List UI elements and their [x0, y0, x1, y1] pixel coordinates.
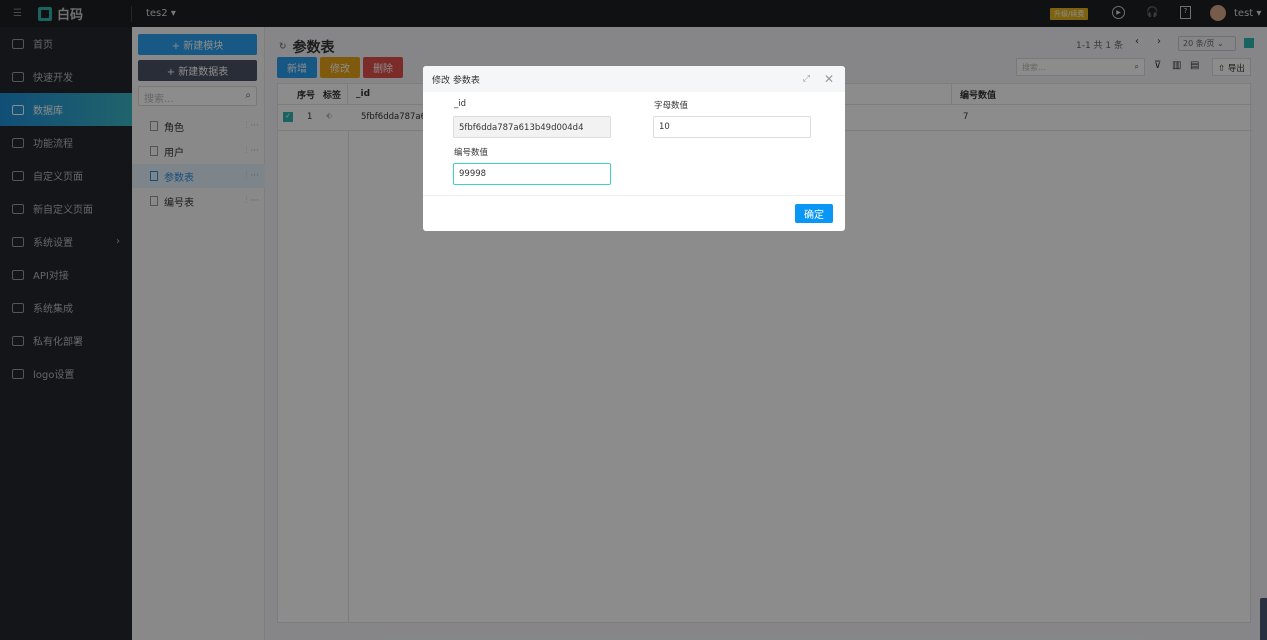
dialog-header: 修改 参数表 ⤢ ✕ — [423, 66, 845, 92]
letter-label: 字母数值 — [654, 101, 689, 111]
expand-icon[interactable]: ⤢ — [803, 74, 810, 84]
edit-dialog: 修改 参数表 ⤢ ✕ _id 5fbf6dda787a613b49d004d4 字母… — [423, 66, 845, 231]
side-widget[interactable] — [1260, 598, 1267, 640]
close-icon[interactable]: ✕ — [824, 72, 834, 86]
confirm-button[interactable]: 确定 — [795, 204, 833, 223]
letter-value-field[interactable]: 10 — [653, 116, 811, 138]
number-label: 编号数值 — [454, 148, 489, 158]
id-field[interactable]: 5fbf6dda787a613b49d004d4 — [453, 116, 611, 138]
id-label: _id — [454, 99, 467, 109]
number-value-field[interactable]: 99998 — [453, 163, 611, 185]
dialog-title: 修改 参数表 — [432, 75, 480, 86]
